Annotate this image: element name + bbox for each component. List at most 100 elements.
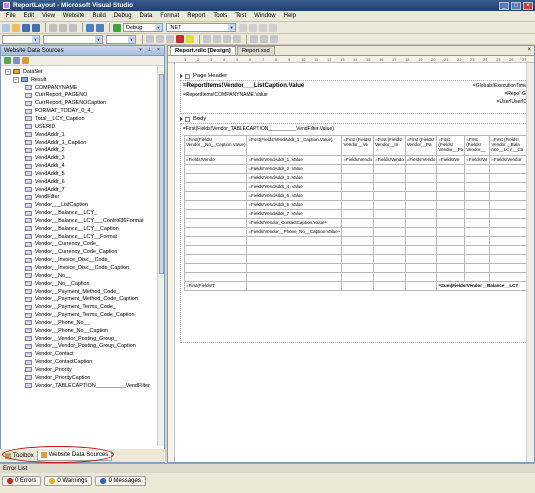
table-cell[interactable] — [489, 200, 528, 210]
table-cell[interactable]: =Fields!VendAddr_5 .Value — [246, 191, 343, 201]
table-footer-cell[interactable] — [404, 281, 438, 291]
execution-time-textbox[interactable]: =Globals!ExecutionTime — [473, 83, 527, 89]
paste-icon[interactable] — [69, 23, 77, 32]
table-detail-cell[interactable]: =Fields!Vendor — [489, 155, 528, 165]
table-cell[interactable] — [489, 218, 528, 228]
table-cell[interactable] — [373, 164, 406, 174]
save-all-icon[interactable] — [32, 23, 40, 32]
table-cell[interactable] — [373, 245, 406, 255]
table-cell[interactable] — [404, 182, 438, 192]
page-header-section[interactable]: =ReportItems!Vendor___ListCaption.Value … — [180, 80, 530, 114]
company-name-textbox[interactable]: =ReportItems!COMPANYNAME.Value — [183, 92, 268, 98]
table-cell[interactable] — [436, 218, 466, 228]
open-folder-icon[interactable] — [12, 23, 20, 32]
tree-node-field[interactable]: Vendor_TABLECAPTION__________VendFilter — [3, 382, 164, 390]
table-cell[interactable] — [341, 200, 375, 210]
table-cell[interactable] — [464, 200, 491, 210]
table-cell[interactable]: =Fields!Vendor__Phone_No__Caption.Value+ — [246, 227, 343, 237]
page-number-textbox[interactable]: =Repo! Gl — [504, 91, 527, 97]
errors-filter-button[interactable]: 0 Errors — [2, 476, 42, 486]
table-cell[interactable] — [404, 164, 438, 174]
border-width-icon[interactable] — [270, 35, 278, 43]
tree-node-field[interactable]: Vendor__Payment_Method_Code_ — [3, 288, 164, 296]
tree-node-field[interactable]: VendAddr_6 — [3, 178, 164, 186]
table-cell[interactable] — [183, 164, 248, 174]
tree-node-field[interactable]: Vendor_Priority — [3, 366, 164, 374]
new-project-icon[interactable] — [2, 23, 10, 32]
tree-node-field[interactable]: CurrReport_PAGENOCaption — [3, 99, 164, 107]
tree-node-field[interactable]: USERID — [3, 123, 164, 131]
table-cell[interactable] — [436, 236, 466, 246]
table-cell[interactable] — [404, 173, 438, 183]
table-cell[interactable] — [404, 218, 438, 228]
table-cell[interactable] — [464, 254, 491, 264]
report-title-textbox[interactable]: =ReportItems!Vendor___ListCaption.Value — [183, 83, 304, 89]
table-cell[interactable] — [489, 245, 528, 255]
table-header-cell[interactable]: =First (Fields! Vendor__Pa — [404, 135, 438, 156]
chevron-down-icon[interactable]: ▾ — [137, 47, 144, 54]
tree-node-field[interactable]: Vendor__Balance__LCY___Control36Format — [3, 217, 164, 225]
solution-explorer-icon[interactable] — [249, 23, 257, 32]
tree-node-field[interactable]: Vendor__Payment_Method_Code_Caption — [3, 295, 164, 303]
undo-icon[interactable] — [86, 23, 94, 32]
menu-test[interactable]: Test — [231, 13, 250, 19]
table-footer-cell[interactable]: =First(Fields!T — [183, 281, 248, 291]
vertical-scrollbar[interactable] — [526, 63, 534, 462]
table-cell[interactable] — [373, 182, 406, 192]
table-cell[interactable] — [436, 200, 466, 210]
table-cell[interactable] — [341, 191, 375, 201]
table-cell[interactable] — [373, 263, 406, 273]
table-cell[interactable] — [489, 272, 528, 282]
menu-format[interactable]: Format — [156, 13, 183, 19]
table-header-cell[interactable]: =First (Fields! Vendor__Pa — [436, 135, 466, 156]
table-cell[interactable] — [404, 245, 438, 255]
menu-edit[interactable]: Edit — [20, 13, 38, 19]
table-detail-cell[interactable]: =Fields!Vendo — [341, 155, 375, 165]
table-cell[interactable] — [341, 245, 375, 255]
table-cell[interactable] — [489, 173, 528, 183]
tree-node-field[interactable]: Vendor__Vendor_Posting_Group_ — [3, 335, 164, 343]
table-cell[interactable] — [489, 254, 528, 264]
collapse-icon[interactable]: − — [13, 76, 19, 83]
table-cell[interactable] — [464, 218, 491, 228]
tree-node-field[interactable]: Vendor___ListCaption — [3, 201, 164, 209]
table-cell[interactable] — [464, 164, 491, 174]
table-cell[interactable] — [341, 263, 375, 273]
close-icon[interactable]: × — [527, 47, 531, 53]
table-cell[interactable] — [464, 182, 491, 192]
table-cell[interactable]: =Fields!VendAddr_4 .Value — [246, 182, 343, 192]
tree-node-field[interactable]: VendAddr_5 — [3, 170, 164, 178]
table-cell[interactable] — [373, 191, 406, 201]
table-cell[interactable] — [489, 182, 528, 192]
table-footer-cell[interactable] — [373, 281, 406, 291]
tab-report-rdlc-design[interactable]: Report.rdlc [Design] — [170, 46, 236, 55]
table-cell[interactable] — [183, 218, 248, 228]
table-cell[interactable] — [373, 236, 406, 246]
table-cell[interactable] — [436, 182, 466, 192]
tree-node-field[interactable]: Vendor__No__Caption — [3, 280, 164, 288]
table-cell[interactable] — [373, 227, 406, 237]
vendor-table[interactable]: =First(Fields! Vendor__No__Caption.Value… — [183, 135, 528, 291]
table-cell[interactable] — [373, 272, 406, 282]
table-footer-cell[interactable] — [246, 281, 343, 291]
table-cell[interactable] — [373, 209, 406, 219]
table-cell[interactable] — [341, 173, 375, 183]
table-cell[interactable]: =Fields!Vendor_ContactCaption.Value+ — [246, 218, 343, 228]
table-cell[interactable] — [489, 164, 528, 174]
table-cell[interactable] — [373, 254, 406, 264]
save-icon[interactable] — [22, 23, 30, 32]
align-right-icon[interactable] — [223, 35, 231, 43]
table-cell[interactable] — [183, 236, 248, 246]
messages-filter-button[interactable]: 0 Messages — [95, 476, 146, 486]
table-detail-cell[interactable]: =Fields!Vendo — [373, 155, 406, 165]
table-cell[interactable] — [404, 200, 438, 210]
table-cell[interactable] — [404, 263, 438, 273]
tree-node-field[interactable]: VendFilter — [3, 194, 164, 202]
table-cell[interactable] — [489, 263, 528, 273]
font-color-icon[interactable] — [176, 35, 184, 43]
table-cell[interactable] — [436, 227, 466, 237]
table-header-cell[interactable]: =First(Fields!VendAddr_1 _Caption.Value) — [246, 135, 343, 156]
vertical-scrollbar[interactable] — [157, 66, 164, 446]
tree-node-field[interactable]: Vendor__Invoice_Disc__Code_ — [3, 256, 164, 264]
table-cell[interactable] — [341, 236, 375, 246]
